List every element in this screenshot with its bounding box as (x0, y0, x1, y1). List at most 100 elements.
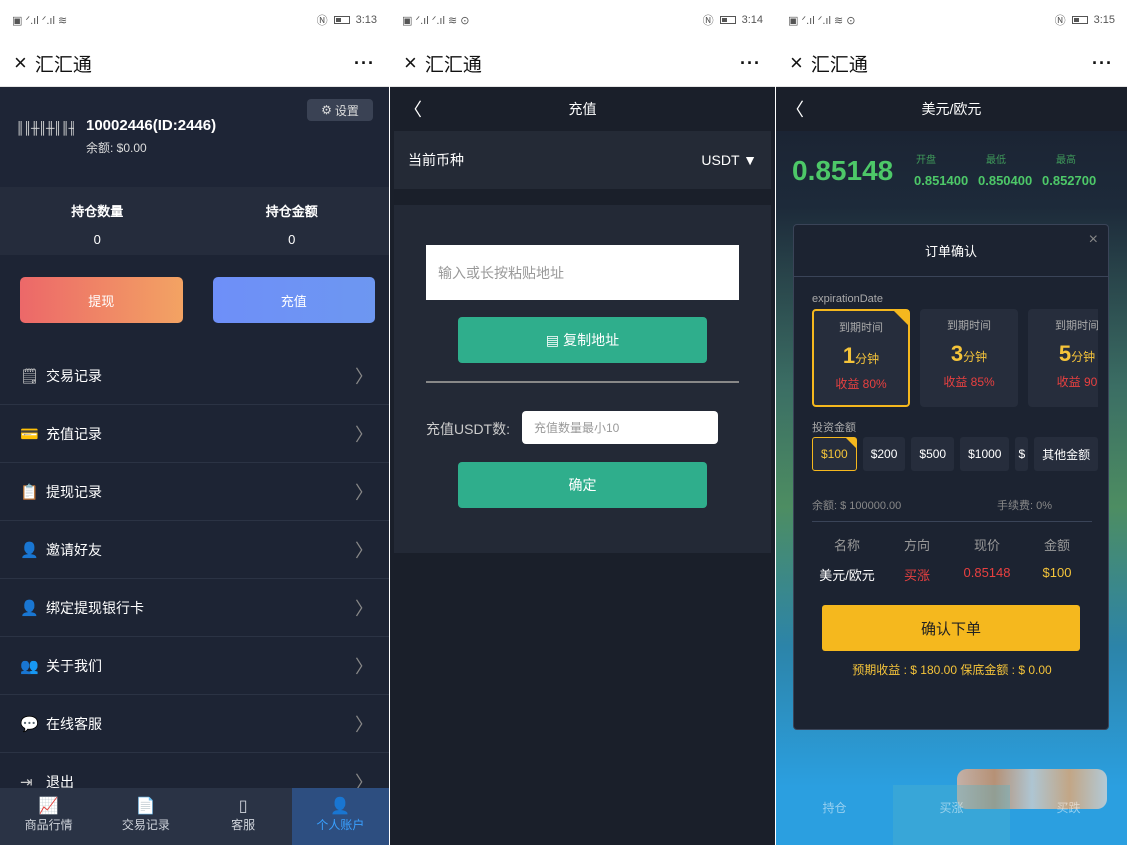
col-direction: 方向 (903, 538, 930, 553)
address-input[interactable]: 输入或长按粘贴地址 (426, 245, 739, 300)
tab-positions[interactable]: 持仓 (776, 785, 893, 845)
signal-icon: ▣ ᐟ.ıl ᐟ.ıl ≋ (12, 14, 68, 27)
battery-icon (719, 16, 736, 24)
expiration-option-1min[interactable]: 到期时间 1分钟 收益 80% (812, 309, 910, 407)
calendar-icon: 📋 (20, 483, 39, 501)
close-icon[interactable]: × (14, 50, 27, 76)
deposit-button[interactable]: 充值 (212, 277, 375, 323)
balance: 余额: $0.00 (86, 141, 147, 155)
page-title: 充值 (568, 101, 597, 117)
amount-label: 充值USDT数: (426, 421, 510, 437)
amount-input[interactable]: 充值数量最小10 (522, 411, 718, 444)
balance-row: 余额: $ 100000.00 手续费: 0% (812, 497, 1092, 513)
user-plus-icon: 👤 (20, 541, 39, 559)
expiry-label: 到期时间 (947, 320, 991, 332)
col-price: 现价 (973, 538, 1000, 553)
current-price: 0.85148 (792, 155, 894, 186)
close-icon[interactable]: × (404, 50, 417, 76)
status-bar: ▣ ᐟ.ıl ᐟ.ıl ≋ ⊙ Ⓝ 3:14 (390, 0, 775, 40)
settings-button[interactable]: ⚙ 设置 (307, 99, 373, 121)
stat-label: 持仓数量 (71, 204, 124, 219)
amount-option[interactable]: $1000 (960, 437, 1010, 471)
battery-icon (333, 16, 350, 24)
confirm-order-button[interactable]: 确认下单 (822, 605, 1080, 651)
tab-label: 商品行情 (24, 818, 73, 832)
tab-market[interactable]: 📈 商品行情 (0, 788, 97, 845)
amount-option[interactable]: $100 (812, 437, 857, 471)
back-icon[interactable]: 〈 (786, 96, 804, 122)
tab-trade-records[interactable]: 📄 交易记录 (97, 788, 194, 845)
app-title: 汇汇通 (810, 54, 868, 76)
settings-label: 设置 (334, 103, 359, 118)
records-icon: 📄 (135, 798, 156, 815)
amount-option[interactable]: $200 (862, 437, 906, 471)
service-icon: ▯ (238, 798, 248, 815)
expiration-option-3min[interactable]: 到期时间 3分钟 收益 85% (920, 309, 1018, 407)
clock: 3:15 (1093, 14, 1115, 26)
bottom-tab-bar: 📈 商品行情 📄 交易记录 ▯ 客服 👤 个人账户 (0, 788, 389, 845)
chevron-right-icon: 〉 (355, 540, 373, 561)
chevron-right-icon: 〉 (355, 482, 373, 503)
open-header: 开盘 (916, 155, 936, 166)
avatar: ║║╫║╫║║╫ (16, 121, 74, 135)
expiry-unit: 分钟 (855, 352, 880, 366)
currency-value[interactable]: USDT ▼ (701, 152, 757, 168)
chat-icon: 💬 (20, 715, 39, 733)
tab-account[interactable]: 👤 个人账户 (291, 788, 389, 845)
tab-service[interactable]: ▯ 客服 (195, 788, 292, 845)
tab-label: 交易记录 (121, 818, 170, 832)
order-name: 美元/欧元 (819, 568, 875, 583)
chevron-right-icon: 〉 (355, 656, 373, 677)
tab-buy-down[interactable]: 买跌 (1010, 785, 1127, 845)
invest-label: 投资金额 (812, 422, 856, 434)
order-confirm-modal: 订单确认 × expirationDate 到期时间 1分钟 收益 80% 到期… (793, 224, 1109, 730)
menu-label: 交易记录 (46, 367, 102, 384)
status-bar: ▣ ᐟ.ıl ᐟ.ıl ≋ ⊙ Ⓝ 3:15 (776, 0, 1127, 40)
menu-label: 绑定提现银行卡 (46, 599, 144, 616)
menu-label: 提现记录 (46, 483, 102, 500)
app-title: 汇汇通 (424, 54, 482, 76)
back-icon[interactable]: 〈 (404, 96, 422, 122)
copy-address-button[interactable]: ▤ 复制地址 (458, 317, 707, 363)
menu-item-trade-records[interactable]: 🗒 交易记录 〉 (0, 347, 389, 405)
chevron-right-icon: 〉 (355, 424, 373, 445)
other-amount-option[interactable]: 其他金额 (1034, 437, 1099, 471)
menu-item-bind-bank-card[interactable]: 👤 绑定提现银行卡 〉 (0, 579, 389, 637)
menu-item-withdraw-records[interactable]: 📋 提现记录 〉 (0, 463, 389, 521)
stat-value: 0 (93, 232, 101, 247)
wechat-bar: × 汇汇通 ··· (390, 40, 775, 87)
amount-option[interactable]: $500 (911, 437, 955, 471)
expiration-options: 到期时间 1分钟 收益 80% 到期时间 3分钟 收益 85% 到期时间 5分钟… (812, 309, 1098, 407)
divider (812, 521, 1092, 522)
confirm-button[interactable]: 确定 (458, 462, 707, 508)
more-icon[interactable]: ··· (354, 53, 375, 74)
withdraw-button[interactable]: 提现 (20, 277, 183, 323)
expiry-minutes: 1 (842, 343, 856, 368)
high-value: 0.852700 (1042, 173, 1097, 188)
more-icon[interactable]: ··· (740, 53, 761, 74)
amount-option[interactable]: $ (1015, 437, 1029, 471)
menu-item-deposit-records[interactable]: 💳 充值记录 〉 (0, 405, 389, 463)
tab-buy-up[interactable]: 买涨 (893, 785, 1010, 845)
menu-label: 关于我们 (46, 657, 102, 674)
wechat-bar: × 汇汇通 ··· (776, 40, 1127, 87)
clock: 3:14 (741, 14, 763, 26)
balance-text: 余额: $ 100000.00 (812, 500, 902, 512)
expiry-yield: 收益 90 (1056, 375, 1098, 389)
close-icon[interactable]: × (1089, 231, 1098, 249)
expiration-option-5min[interactable]: 到期时间 5分钟 收益 90 (1028, 309, 1098, 407)
close-icon[interactable]: × (790, 50, 803, 76)
modal-title: 订单确认 × (794, 225, 1108, 277)
menu-item-about-us[interactable]: 👥 关于我们 〉 (0, 637, 389, 695)
menu-item-invite-friends[interactable]: 👤 邀请好友 〉 (0, 521, 389, 579)
stat-position-count: 持仓数量 0 (0, 187, 195, 255)
divider (426, 381, 739, 383)
account-icon: 👤 (330, 798, 351, 815)
expiry-yield: 收益 80% (835, 377, 887, 391)
currency-selector[interactable]: 当前币种 USDT ▼ (394, 131, 771, 189)
more-icon[interactable]: ··· (1092, 53, 1113, 74)
status-bar: ▣ ᐟ.ıl ᐟ.ıl ≋ Ⓝ 3:13 (0, 0, 389, 40)
menu-item-online-service[interactable]: 💬 在线客服 〉 (0, 695, 389, 753)
trade-tab-bar: 持仓 买涨 买跌 (776, 785, 1127, 845)
stat-label: 持仓金额 (265, 204, 318, 219)
